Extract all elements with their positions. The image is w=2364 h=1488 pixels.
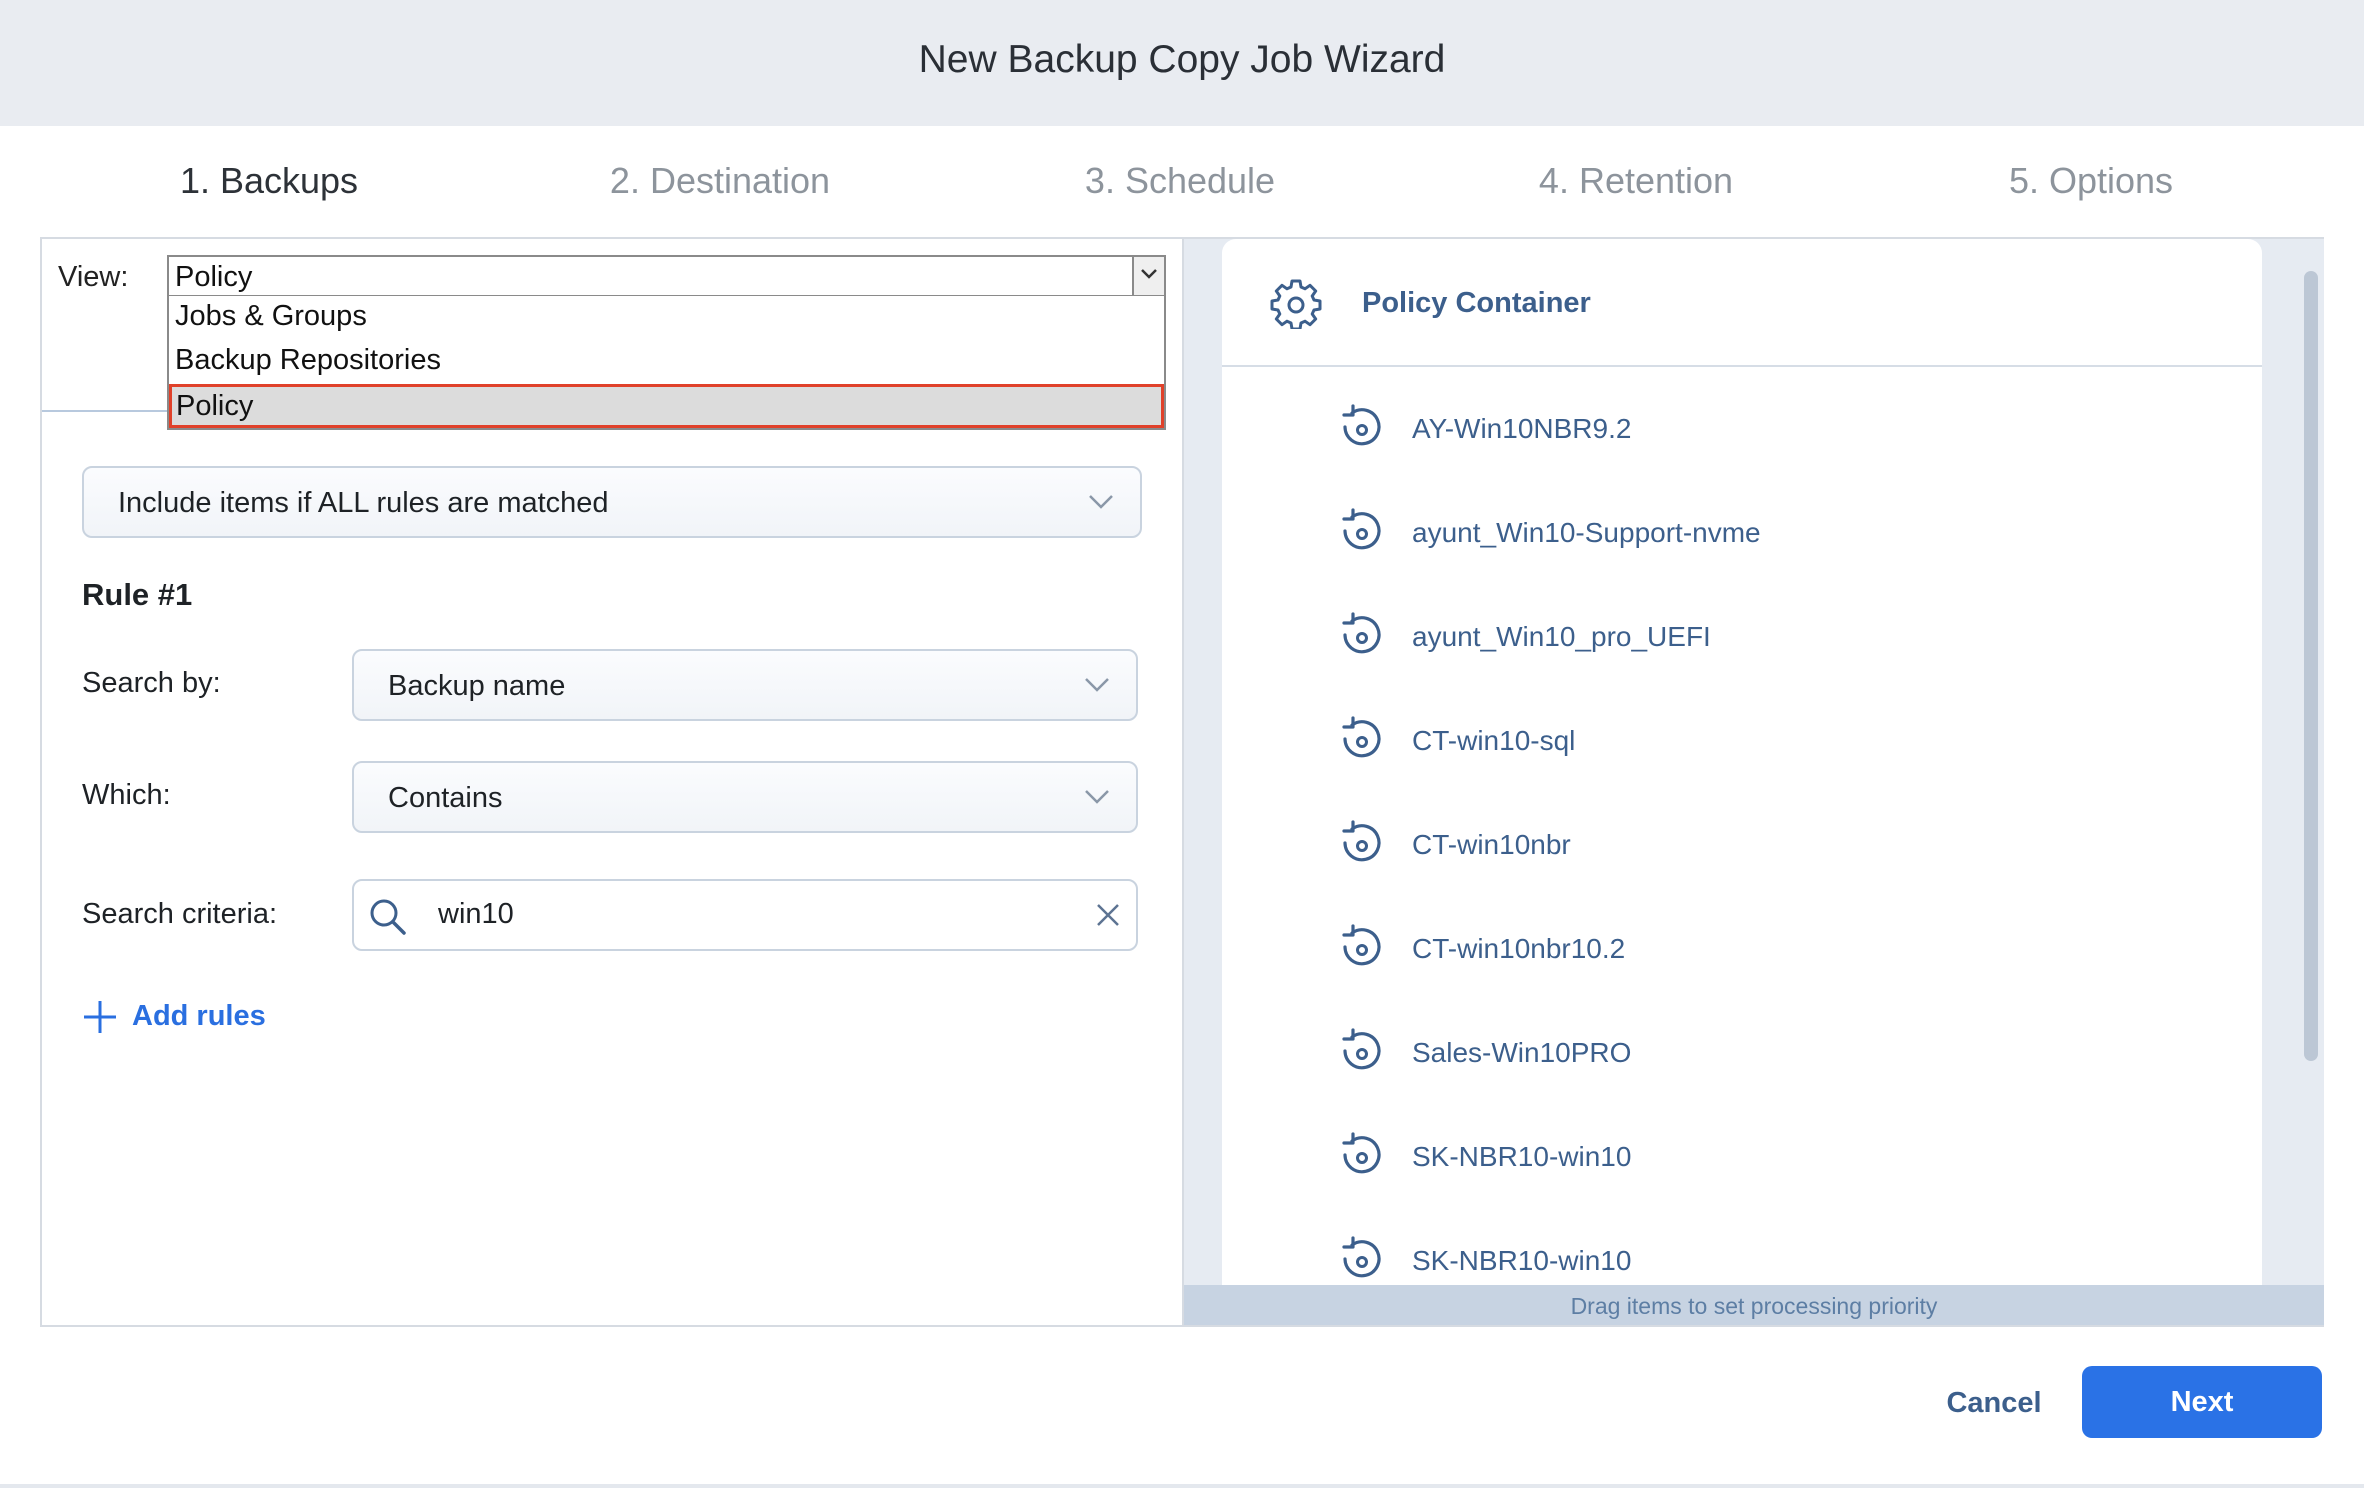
backup-restore-icon <box>1342 1028 1381 1070</box>
backup-restore-icon <box>1342 716 1381 758</box>
add-rules-label: Add rules <box>132 1000 266 1032</box>
policy-item-label: SK-NBR10-win10 <box>1412 1141 1632 1172</box>
step-retention[interactable]: 4. Retention <box>1436 160 1836 202</box>
select-arrow-icon[interactable] <box>1132 257 1164 295</box>
view-option-policy[interactable]: Policy <box>169 384 1164 428</box>
step-destination[interactable]: 2. Destination <box>520 160 920 202</box>
chevron-down-icon <box>1089 495 1113 509</box>
policy-item[interactable]: Sales-Win10PRO <box>1222 1003 2262 1107</box>
search-criteria-input[interactable]: win10 <box>352 879 1138 951</box>
policy-item[interactable]: SK-NBR10-win10 <box>1222 1211 2262 1285</box>
which-select[interactable]: Contains <box>352 761 1138 833</box>
policy-item-label: ayunt_Win10_pro_UEFI <box>1412 621 1711 652</box>
chevron-down-icon <box>1085 790 1109 804</box>
processing-priority-hint-text: Drag items to set processing priority <box>1570 1293 1938 1319</box>
step-options[interactable]: 5. Options <box>1891 160 2291 202</box>
backup-restore-icon <box>1342 1132 1381 1174</box>
search-by-label: Search by: <box>82 667 221 699</box>
policy-item[interactable]: CT-win10nbr <box>1222 795 2262 899</box>
policy-container-title: Policy Container <box>1362 287 1591 319</box>
divider <box>42 410 167 412</box>
view-dropdown-list: Jobs & Groups Backup Repositories Policy <box>167 296 1166 430</box>
backup-restore-icon <box>1342 1236 1381 1278</box>
policy-item-label: CT-win10-sql <box>1412 725 1576 756</box>
which-value: Contains <box>388 782 503 814</box>
plus-icon <box>84 1001 116 1033</box>
rules-pane: View: Policy Jobs & Groups Backup Reposi… <box>42 239 1182 1325</box>
divider <box>0 1484 2364 1488</box>
view-select[interactable]: Policy <box>167 255 1166 297</box>
policy-item-label: CT-win10nbr <box>1412 829 1571 860</box>
policy-container-header: Policy Container <box>1222 239 2262 367</box>
policy-item-label: Sales-Win10PRO <box>1412 1037 1632 1068</box>
policy-item[interactable]: ayunt_Win10-Support-nvme <box>1222 483 2262 587</box>
search-criteria-value: win10 <box>438 898 514 930</box>
next-button[interactable]: Next <box>2082 1366 2322 1438</box>
search-icon <box>370 899 406 935</box>
policy-item-label: AY-Win10NBR9.2 <box>1412 413 1632 444</box>
policy-item-label: SK-NBR10-win10 <box>1412 1245 1632 1276</box>
backup-restore-icon <box>1342 612 1381 654</box>
wizard-title-bar: New Backup Copy Job Wizard <box>0 0 2364 126</box>
policy-item[interactable]: CT-win10nbr10.2 <box>1222 899 2262 1003</box>
chevron-down-icon <box>1085 678 1109 692</box>
step-backups[interactable]: 1. Backups <box>69 160 469 202</box>
scrollbar-thumb[interactable] <box>2304 271 2318 1061</box>
step-schedule[interactable]: 3. Schedule <box>980 160 1380 202</box>
wizard-title: New Backup Copy Job Wizard <box>918 38 1446 81</box>
search-criteria-label: Search criteria: <box>82 898 278 930</box>
search-by-select[interactable]: Backup name <box>352 649 1138 721</box>
policy-item-label: ayunt_Win10-Support-nvme <box>1412 517 1761 548</box>
view-option-jobs-groups[interactable]: Jobs & Groups <box>175 300 367 333</box>
match-mode-select[interactable]: Include items if ALL rules are matched <box>82 466 1142 538</box>
backup-restore-icon <box>1342 404 1381 446</box>
backup-restore-icon <box>1342 508 1381 550</box>
policy-item[interactable]: AY-Win10NBR9.2 <box>1222 379 2262 483</box>
which-label: Which: <box>82 779 171 811</box>
gear-icon <box>1270 279 1322 329</box>
policy-item[interactable]: ayunt_Win10_pro_UEFI <box>1222 587 2262 691</box>
backup-restore-icon <box>1342 820 1381 862</box>
wizard-steps: 1. Backups 2. Destination 3. Schedule 4.… <box>0 126 2364 238</box>
rule-title: Rule #1 <box>82 577 193 612</box>
policy-container-card: Policy Container AY-Win10NBR9.2 ayunt_Win… <box>1222 239 2262 1285</box>
view-select-value: Policy <box>175 261 253 293</box>
policy-item[interactable]: SK-NBR10-win10 <box>1222 1107 2262 1211</box>
policy-item[interactable]: CT-win10-sql <box>1222 691 2262 795</box>
processing-priority-hint: Drag items to set processing priority <box>1184 1285 2324 1325</box>
close-icon[interactable] <box>1094 901 1122 929</box>
container-pane: Policy Container AY-Win10NBR9.2 ayunt_Win… <box>1182 239 2324 1325</box>
backup-restore-icon <box>1342 924 1381 966</box>
view-option-backup-repositories[interactable]: Backup Repositories <box>175 344 441 377</box>
cancel-button[interactable]: Cancel <box>1924 1368 2064 1438</box>
policy-item-label: CT-win10nbr10.2 <box>1412 933 1626 964</box>
view-label: View: <box>58 261 129 293</box>
match-mode-value: Include items if ALL rules are matched <box>118 487 609 519</box>
search-by-value: Backup name <box>388 670 566 702</box>
wizard-content: View: Policy Jobs & Groups Backup Reposi… <box>40 237 2324 1327</box>
